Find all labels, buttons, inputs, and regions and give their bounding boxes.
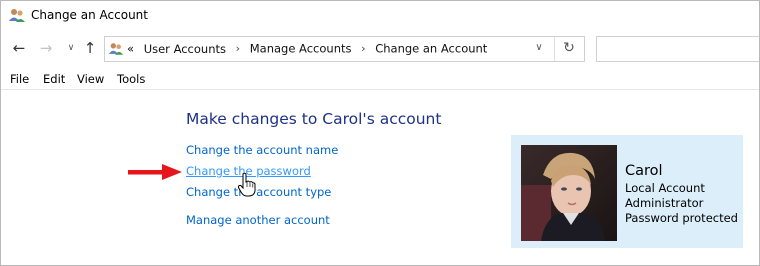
account-role: Administrator: [625, 196, 704, 210]
refresh-icon: ↻: [563, 40, 575, 56]
window: Change an Account ← → ∨ ↑ « User Account…: [0, 0, 760, 266]
change-account-type-link[interactable]: Change the account type: [186, 185, 331, 199]
user-accounts-icon: [108, 43, 124, 55]
hand-cursor-icon: [237, 172, 256, 197]
account-type: Local Account: [625, 181, 705, 195]
menu-file[interactable]: File: [10, 72, 29, 86]
menu-bar: File Edit View Tools: [1, 67, 759, 90]
breadcrumb-separator[interactable]: ›: [236, 42, 240, 55]
address-divider: [554, 37, 555, 61]
change-account-name-link[interactable]: Change the account name: [186, 143, 338, 157]
chevron-down-icon: ∨: [535, 42, 543, 53]
breadcrumb-user-accounts[interactable]: User Accounts: [144, 42, 226, 56]
back-arrow-icon: ←: [12, 39, 26, 57]
account-password-status: Password protected: [625, 211, 738, 225]
breadcrumb-separator[interactable]: ›: [361, 42, 365, 55]
address-bar[interactable]: « User Accounts › Manage Accounts › Chan…: [104, 36, 585, 62]
manage-another-account-link[interactable]: Manage another account: [186, 213, 330, 227]
recent-locations-button[interactable]: ∨: [62, 39, 80, 57]
menu-edit[interactable]: Edit: [43, 72, 65, 86]
menu-tools[interactable]: Tools: [117, 72, 145, 86]
breadcrumb-manage-accounts[interactable]: Manage Accounts: [250, 42, 352, 56]
chevron-down-icon: ∨: [67, 43, 75, 53]
up-button[interactable]: ↑: [81, 39, 99, 57]
breadcrumb: « User Accounts › Manage Accounts › Chan…: [127, 41, 487, 56]
menu-view[interactable]: View: [77, 72, 104, 86]
avatar: [521, 145, 617, 241]
page-title: Make changes to Carol's account: [186, 110, 442, 128]
breadcrumb-change-an-account[interactable]: Change an Account: [375, 42, 487, 56]
account-panel: Carol Local Account Administrator Passwo…: [511, 135, 743, 248]
forward-arrow-icon: →: [39, 39, 53, 57]
title-bar: Change an Account: [1, 1, 759, 31]
user-accounts-icon: [9, 9, 25, 22]
red-arrow-icon: [128, 164, 182, 180]
window-title: Change an Account: [31, 8, 148, 22]
breadcrumb-overflow[interactable]: «: [127, 42, 134, 56]
account-name: Carol: [625, 163, 663, 179]
up-arrow-icon: ↑: [83, 39, 97, 57]
address-dropdown-button[interactable]: ∨: [532, 40, 546, 56]
search-input[interactable]: [596, 36, 759, 62]
back-button[interactable]: ←: [10, 39, 28, 57]
forward-button[interactable]: →: [37, 39, 55, 57]
refresh-button[interactable]: ↻: [560, 39, 578, 57]
